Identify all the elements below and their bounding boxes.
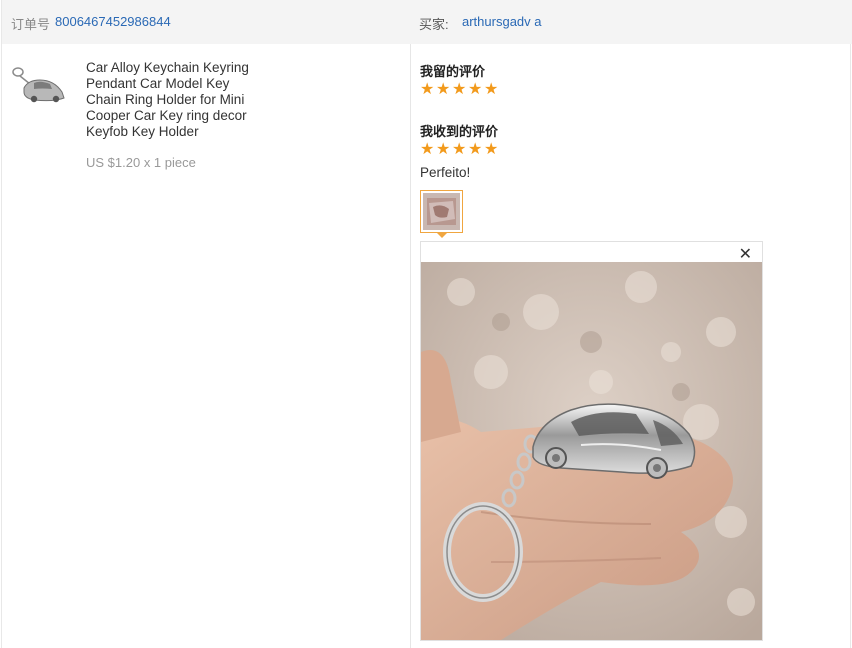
received-review-heading: 我收到的评价 [420,124,499,139]
product-thumbnail[interactable] [10,58,68,114]
order-header: 订单号 8006467452986844 买家: arthursgadv a [2,0,852,44]
car-keychain-icon [10,58,68,114]
star-icon: ★ [484,81,499,98]
star-icon: ★ [468,81,483,98]
star-icon: ★ [468,141,483,158]
review-photo-preview: ✕ [420,241,763,641]
star-icon: ★ [452,141,467,158]
star-icon: ★ [484,141,499,158]
order-number-link[interactable]: 8006467452986844 [55,14,171,29]
star-icon: ★ [436,141,451,158]
product-title[interactable]: Car Alloy Keychain Keyring Pendant Car M… [86,60,266,140]
received-review-stars: ★ ★ ★ ★ ★ [420,141,499,158]
review-photo-large [421,262,762,640]
review-photo-thumb-image [423,193,460,230]
product-price: US $1.20 x 1 piece [86,155,196,170]
thumbnail-pointer [436,232,448,238]
star-icon: ★ [452,81,467,98]
received-review-text: Perfeito! [420,165,471,180]
order-review-panel: 订单号 8006467452986844 买家: arthursgadv a C… [1,0,852,648]
my-review-stars: ★ ★ ★ ★ ★ [420,81,499,98]
order-number-label: 订单号 [11,17,51,32]
column-divider [410,44,411,648]
my-review-heading: 我留的评价 [420,64,486,79]
star-icon: ★ [420,141,435,158]
star-icon: ★ [436,81,451,98]
buyer-name-link[interactable]: arthursgadv a [462,14,542,29]
review-photo-thumbnail[interactable] [420,190,463,233]
star-icon: ★ [420,81,435,98]
buyer-label: 买家: [419,17,449,32]
